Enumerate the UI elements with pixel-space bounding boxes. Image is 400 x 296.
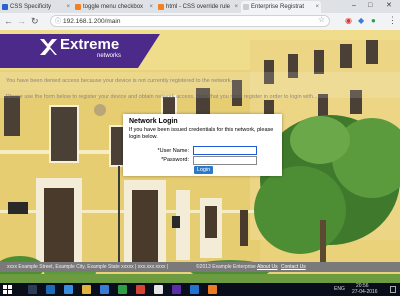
toolbar: ← → ↻ ⓘ 192.168.1.200/main ☆ ◉ ◆ ● ⋮ <box>0 13 400 30</box>
reload-icon[interactable]: ↻ <box>31 15 39 27</box>
tab-label: CSS Specificity <box>10 4 52 10</box>
favicon-icon <box>75 4 81 10</box>
favicon-icon <box>243 4 249 10</box>
login-dialog: Network Login If you have been issued cr… <box>123 114 282 176</box>
favicon-icon <box>158 4 164 10</box>
browser-chrome: CSS Specificity × toggle menu checkbox ×… <box>0 0 400 30</box>
tab-toggle-menu[interactable]: toggle menu checkbox × <box>73 1 155 13</box>
edge-icon[interactable] <box>64 285 73 294</box>
denied-message: You have been denied access because your… <box>6 78 233 84</box>
close-window-icon[interactable]: ✕ <box>386 0 392 12</box>
menu-icon[interactable]: ⋮ <box>388 14 397 26</box>
clock-date[interactable]: 27-04-2016 <box>352 289 378 296</box>
footer-address: xxxx Example Street, Example City, Examp… <box>7 264 169 270</box>
chrome-icon[interactable] <box>154 285 163 294</box>
register-instruction: Please use the form below to register yo… <box>6 94 318 100</box>
tab-label: html - CSS override rule <box>166 4 231 10</box>
file-explorer-icon[interactable] <box>82 285 91 294</box>
close-tab-icon[interactable]: × <box>234 1 238 13</box>
back-icon[interactable]: ← <box>4 15 13 27</box>
tab-css-specificity[interactable]: CSS Specificity × <box>0 1 72 13</box>
password-label: *Password: <box>161 157 189 163</box>
store-icon[interactable] <box>100 285 109 294</box>
maximize-icon[interactable]: □ <box>368 0 372 12</box>
tab-label: toggle menu checkbox <box>83 4 144 10</box>
forward-icon[interactable]: → <box>17 15 26 27</box>
page-info-icon: ⓘ <box>55 19 62 25</box>
app-icon[interactable] <box>190 285 199 294</box>
tab-enterprise-registration[interactable]: Enterprise Registrat × <box>241 1 321 13</box>
search-icon[interactable] <box>28 285 37 294</box>
extension-icon[interactable]: ◆ <box>358 15 364 27</box>
close-tab-icon[interactable]: × <box>66 1 70 13</box>
contact-us-link[interactable]: Contact Us <box>281 262 306 272</box>
close-tab-icon[interactable]: × <box>315 1 319 13</box>
login-message: If you have been issued credentials for … <box>129 127 274 140</box>
extension-icon[interactable]: ● <box>371 15 376 27</box>
tab-label: Enterprise Registrat <box>251 4 305 10</box>
language-indicator[interactable]: ENG <box>334 283 345 296</box>
favicon-icon <box>2 4 8 10</box>
app-icon[interactable] <box>118 285 127 294</box>
taskbar: ENG 20:56 27-04-2016 <box>0 283 400 296</box>
tab-css-override[interactable]: html - CSS override rule × <box>156 1 240 13</box>
bookmark-star-icon[interactable]: ☆ <box>318 14 325 26</box>
task-view-icon[interactable] <box>46 285 55 294</box>
password-input[interactable] <box>193 156 257 165</box>
username-label: *User Name: <box>157 148 189 154</box>
close-tab-icon[interactable]: × <box>149 1 153 13</box>
app-icon[interactable] <box>208 285 217 294</box>
windows-start-icon[interactable] <box>3 285 12 294</box>
app-icon[interactable] <box>172 285 181 294</box>
tab-strip: CSS Specificity × toggle menu checkbox ×… <box>0 0 400 13</box>
page-footer: xxxx Example Street, Example City, Examp… <box>0 262 400 272</box>
app-icon[interactable] <box>136 285 145 294</box>
notifications-icon[interactable] <box>390 286 396 293</box>
minimize-icon[interactable]: – <box>352 0 356 12</box>
footer-copyright: ©2013 Example Enterprise <box>196 264 256 270</box>
brand-subtitle: networks <box>97 53 122 59</box>
login-title: Network Login <box>129 118 178 125</box>
login-button[interactable]: Login <box>194 166 213 174</box>
brand-name: Extreme <box>60 36 120 53</box>
username-input[interactable] <box>193 146 257 155</box>
about-us-link[interactable]: About Us <box>257 262 278 272</box>
address-bar[interactable]: ⓘ 192.168.1.200/main <box>50 15 330 27</box>
extreme-logo-icon <box>40 39 57 55</box>
page-content: You have been denied access because your… <box>0 30 400 283</box>
url-text: 192.168.1.200/main <box>63 18 121 25</box>
extension-icon[interactable]: ◉ <box>345 15 352 27</box>
